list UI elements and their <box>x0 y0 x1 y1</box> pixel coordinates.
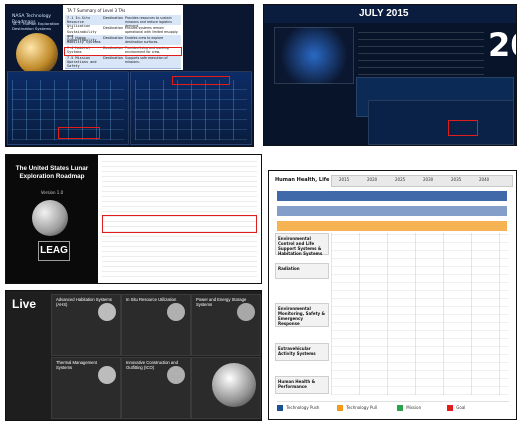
legend-swatch <box>277 405 283 411</box>
tile-image <box>212 363 256 407</box>
panel-live-tiles: Live Advanced Habitation Systems (AHS) I… <box>6 291 261 420</box>
table-row-label: 7.5 Mission Operations and Safety <box>67 56 97 68</box>
tile-image <box>167 366 185 384</box>
year-label: 2025 <box>395 177 406 182</box>
ta-list <box>358 27 484 82</box>
highlight-box <box>58 127 100 139</box>
leag-logo: LEAG <box>38 241 70 261</box>
cover-image <box>274 27 354 84</box>
table-row-desc: Supports safe execution of missions. <box>125 56 168 64</box>
mission-bar <box>277 221 507 231</box>
roadmap-screens <box>6 70 253 146</box>
grid-lines-right <box>135 80 247 140</box>
section-header: Environmental Control and Life Support S… <box>275 233 329 256</box>
legend-item: Technology Pull <box>337 405 377 411</box>
legend-item: Goal <box>447 405 465 411</box>
section-header: Radiation <box>275 263 329 279</box>
table-row-category: Destination <box>103 26 124 30</box>
tile-title: In Situ Resource Utilization <box>126 297 177 302</box>
highlight-box <box>172 76 230 85</box>
live-title: Live <box>12 297 37 311</box>
legend-label: Goal <box>456 405 466 410</box>
year-label: 2040 <box>479 177 490 182</box>
table-row-label: 7.3 Human Mobility Systems <box>67 36 101 44</box>
legend-label: Mission <box>406 405 422 410</box>
table-title: TA 7 Summary of Level 3 TAs <box>67 8 126 13</box>
moon-graphic <box>32 200 68 236</box>
table-body: 7.1 In-Situ Resource Utilization 7.2 Sus… <box>65 15 181 69</box>
highlight-box <box>64 47 182 56</box>
roadmap-grid <box>331 233 509 395</box>
table-row-desc: Enables crew to explore destination surf… <box>125 36 164 44</box>
section-header: Extravehicular Activity Systems <box>275 343 329 361</box>
section-header: Human Health & Performance <box>275 376 329 394</box>
table-row-category: Destination <box>103 36 124 40</box>
cover-subtitle: TA 7: Human Exploration Destination Syst… <box>12 21 60 31</box>
highlight-box <box>448 120 478 136</box>
tile-image <box>98 303 116 321</box>
legend-label: Technology Pull <box>346 405 378 410</box>
table-row-desc: Ensures systems remain operational with … <box>125 26 179 34</box>
table-row-category: Destination <box>103 16 124 20</box>
panel-lunar-roadmap: The United States Lunar Exploration Road… <box>6 155 261 283</box>
section-card <box>368 100 514 145</box>
planet-graphic <box>16 33 58 75</box>
panel-human-health-roadmap: Human Health, Life Support, & Habitation… <box>269 171 516 419</box>
big-digits-text: 20 <box>488 26 516 64</box>
legend-item: Mission <box>397 405 421 411</box>
year-label: 2030 <box>423 177 434 182</box>
tile-image <box>237 303 255 321</box>
july-header-text: JULY 2015 <box>359 8 409 19</box>
panel-ta7-roadmap: NASA Technology Roadmaps TA 7: Human Exp… <box>6 5 253 146</box>
mission-bar <box>277 191 507 201</box>
tile-image <box>98 366 116 384</box>
legend-item: Technology Push <box>277 405 319 411</box>
legend-swatch <box>447 405 453 411</box>
legend-swatch <box>337 405 343 411</box>
table-row-category: Destination <box>103 56 124 60</box>
tile-image <box>167 303 185 321</box>
section-header: Environmental Monitoring, Safety & Emerg… <box>275 303 329 327</box>
year-label: 2035 <box>451 177 462 182</box>
year-label: 2015 <box>339 177 350 182</box>
leag-logo-text: LEAG <box>40 245 68 256</box>
ta7-table: TA 7 Summary of Level 3 TAs 7.1 In-Situ … <box>63 5 183 70</box>
legend: Technology Push Technology Pull Mission … <box>277 401 509 416</box>
highlight-box <box>102 215 257 233</box>
lunar-title: The United States Lunar Exploration Road… <box>15 165 89 180</box>
mission-bar <box>277 206 507 216</box>
year-label: 2020 <box>367 177 378 182</box>
legend-swatch <box>397 405 403 411</box>
lunar-subtitle: Version 1.0 <box>40 190 64 195</box>
legend-label: Technology Push <box>286 405 320 410</box>
panel-july-2015: JULY 2015 20 <box>264 5 516 145</box>
